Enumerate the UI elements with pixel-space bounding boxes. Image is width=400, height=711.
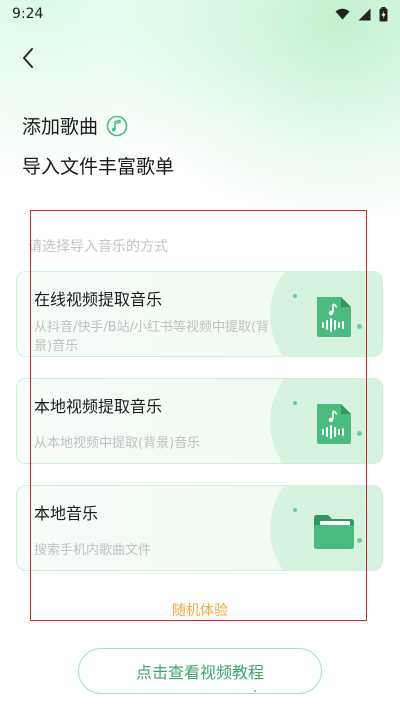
decor-dot — [357, 324, 362, 329]
decor-dot — [357, 431, 362, 436]
status-bar: 9:24 — [0, 0, 400, 28]
status-time: 9:24 — [12, 6, 44, 22]
folder-icon — [314, 515, 354, 549]
option-local-music[interactable]: 本地音乐 搜索手机内歌曲文件 — [16, 485, 383, 571]
option-title: 本地音乐 — [34, 504, 99, 523]
decor-dot — [293, 401, 297, 405]
video-tutorial-button[interactable]: 点击查看视频教程 — [78, 648, 322, 694]
back-button[interactable] — [14, 44, 42, 72]
audio-file-icon — [317, 404, 351, 444]
battery-icon — [379, 6, 388, 21]
music-note-icon — [106, 115, 128, 136]
audio-file-icon — [317, 297, 351, 337]
option-description: 搜索手机内歌曲文件 — [34, 543, 152, 558]
wifi-icon — [335, 8, 350, 20]
signal-icon — [358, 8, 371, 20]
decor-dot — [293, 508, 297, 512]
decor-dot — [357, 538, 362, 543]
chevron-left-icon — [23, 48, 33, 68]
status-icons — [335, 6, 388, 22]
option-title: 在线视频提取音乐 — [34, 290, 163, 309]
option-title: 本地视频提取音乐 — [34, 397, 163, 416]
option-online-video[interactable]: 在线视频提取音乐 从抖音/快手/B站/小红书等视频中提取(背景)音乐 — [16, 271, 383, 357]
import-hint: 请选择导入音乐的方式 — [28, 239, 168, 255]
title-row: 添加歌曲 — [22, 112, 128, 139]
option-description: 从本地视频中提取(背景)音乐 — [34, 436, 201, 451]
page-title: 添加歌曲 — [22, 116, 99, 138]
page-subtitle: 导入文件丰富歌单 — [22, 156, 175, 178]
random-experience-link[interactable]: 随机体验 — [0, 600, 400, 620]
decor-dot — [293, 294, 297, 298]
option-description: 从抖音/快手/B站/小红书等视频中提取(背景)音乐 — [34, 320, 270, 354]
option-local-video[interactable]: 本地视频提取音乐 从本地视频中提取(背景)音乐 — [16, 378, 383, 464]
decor-dot — [254, 690, 256, 692]
